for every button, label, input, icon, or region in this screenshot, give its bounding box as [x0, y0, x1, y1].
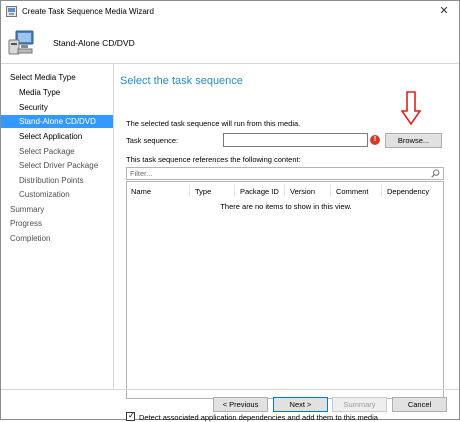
filter-input[interactable]: Filter...	[126, 167, 444, 180]
footer-divider	[1, 389, 459, 390]
step-stand-alone-cd-dvd: Stand-Alone CD/DVD	[1, 115, 113, 128]
content-table: Name Type Package ID Version Comment Dep…	[126, 181, 444, 399]
next-button[interactable]: Next >	[273, 397, 328, 412]
search-icon[interactable]	[431, 169, 440, 178]
column-header-comment[interactable]: Comment	[336, 187, 369, 196]
wizard-window: Create Task Sequence Media Wizard ✕ Stan…	[0, 0, 460, 422]
computer-media-icon	[8, 30, 34, 55]
empty-table-message: There are no items to show in this view.	[220, 202, 352, 211]
step-select-package: Select Package	[19, 147, 75, 156]
page-description: The selected task sequence will run from…	[126, 119, 301, 128]
step-completion: Completion	[10, 234, 51, 243]
wizard-page: Select the task sequence The selected ta…	[115, 64, 459, 422]
step-summary: Summary	[10, 205, 45, 214]
step-security: Security	[19, 103, 48, 112]
step-customization: Customization	[19, 190, 70, 199]
window-title: Create Task Sequence Media Wizard	[22, 7, 154, 16]
red-down-arrow-annotation	[401, 91, 421, 125]
step-select-application: Select Application	[19, 132, 83, 141]
column-divider	[381, 184, 382, 196]
wizard-header: Stand-Alone CD/DVD	[1, 23, 459, 64]
column-header-dependency[interactable]: Dependency	[387, 187, 429, 196]
column-divider	[330, 184, 331, 196]
cancel-button[interactable]: Cancel	[392, 397, 447, 412]
detect-dependencies-label[interactable]: Detect associated application dependenci…	[139, 413, 378, 422]
task-sequence-label: Task sequence:	[126, 136, 179, 145]
header-title: Stand-Alone CD/DVD	[53, 38, 135, 48]
wizard-steps-sidebar: Select Media Type Media Type Security St…	[1, 64, 114, 389]
step-progress: Progress	[10, 219, 43, 228]
column-header-package-id[interactable]: Package ID	[240, 187, 279, 196]
column-header-version[interactable]: Version	[290, 187, 315, 196]
step-select-driver-package: Select Driver Package	[19, 161, 99, 170]
step-media-type: Media Type	[19, 88, 61, 97]
title-bar: Create Task Sequence Media Wizard ✕	[1, 1, 459, 23]
column-divider	[284, 184, 285, 196]
checkmark-icon: ✓	[128, 411, 135, 420]
close-icon[interactable]: ✕	[437, 4, 451, 18]
error-icon: !	[370, 135, 380, 145]
task-sequence-field[interactable]	[223, 133, 368, 147]
wizard-app-icon	[6, 6, 17, 17]
filter-placeholder: Filter...	[130, 169, 153, 178]
column-header-name[interactable]: Name	[131, 187, 151, 196]
column-divider	[234, 184, 235, 196]
browse-button[interactable]: Browse...	[385, 133, 442, 148]
references-label: This task sequence references the follow…	[126, 155, 301, 164]
column-divider	[189, 184, 190, 196]
column-header-type[interactable]: Type	[195, 187, 211, 196]
step-distribution-points: Distribution Points	[19, 176, 84, 185]
previous-button[interactable]: < Previous	[213, 397, 268, 412]
page-title: Select the task sequence	[120, 75, 243, 87]
summary-button: Summary	[332, 397, 387, 412]
step-select-media-type: Select Media Type	[10, 73, 76, 82]
